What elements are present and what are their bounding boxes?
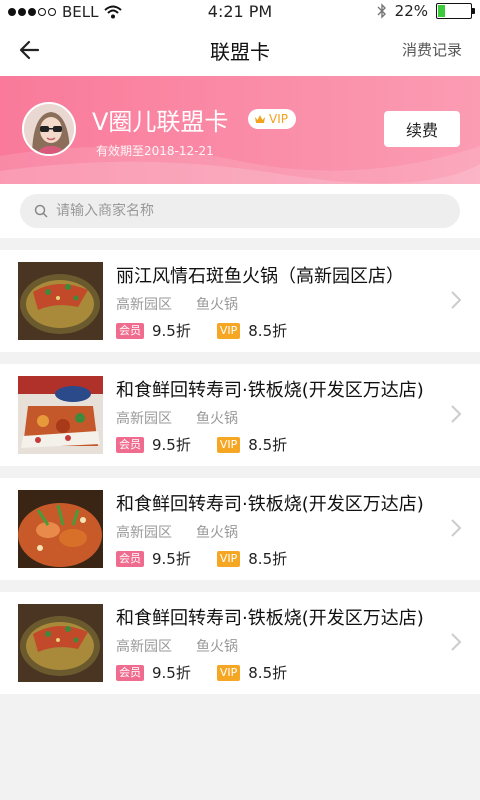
vip-tag: VIP <box>216 550 241 567</box>
store-category: 鱼火锅 <box>196 525 238 541</box>
vip-tag: VIP <box>216 664 241 681</box>
vip-discount: 8.5折 <box>248 550 288 568</box>
card-expiry: 有效期至2018-12-21 <box>96 144 214 158</box>
battery-percent: 22% <box>394 2 428 20</box>
search-input[interactable] <box>56 203 416 219</box>
member-tag: 会员 <box>116 550 144 567</box>
vip-discount: 8.5折 <box>248 664 288 682</box>
search-bar[interactable] <box>20 194 460 228</box>
card-name: V圈儿联盟卡 <box>92 108 229 136</box>
chevron-right-icon <box>451 291 462 309</box>
member-tag: 会员 <box>116 664 144 681</box>
store-thumbnail <box>18 262 103 340</box>
search-section <box>0 184 480 238</box>
vip-badge-label: VIP <box>269 112 288 126</box>
renew-button[interactable]: 续费 <box>384 111 460 147</box>
membership-card-banner: V圈儿联盟卡 VIP 有效期至2018-12-21 续费 <box>0 76 480 184</box>
store-category: 鱼火锅 <box>196 411 238 427</box>
member-discount: 9.5折 <box>152 664 191 682</box>
search-icon <box>34 204 48 218</box>
store-area: 高新园区 <box>116 297 172 313</box>
vip-discount: 8.5折 <box>248 322 288 340</box>
store-name: 和食鲜回转寿司·铁板烧(开发区万达店) <box>116 380 424 401</box>
store-name: 和食鲜回转寿司·铁板烧(开发区万达店) <box>116 608 424 629</box>
member-discount: 9.5折 <box>152 436 191 454</box>
store-name: 和食鲜回转寿司·铁板烧(开发区万达店) <box>116 494 424 515</box>
discount-row: 会员 9.5折 VIP 8.5折 <box>116 320 287 341</box>
store-thumbnail <box>18 490 103 568</box>
list-item[interactable]: 和食鲜回转寿司·铁板烧(开发区万达店) 高新园区 鱼火锅 会员 9.5折 VIP… <box>0 592 480 694</box>
consumption-records-link[interactable]: 消费记录 <box>402 39 462 60</box>
list-item[interactable]: 和食鲜回转寿司·铁板烧(开发区万达店) 高新园区 鱼火锅 会员 9.5折 VIP… <box>0 478 480 580</box>
status-bar: BELL 4:21 PM 22% <box>0 0 480 24</box>
member-discount: 9.5折 <box>152 550 191 568</box>
status-right: 22% <box>377 2 475 20</box>
discount-row: 会员 9.5折 VIP 8.5折 <box>116 434 287 455</box>
chevron-right-icon <box>451 405 462 423</box>
crown-icon <box>255 115 265 123</box>
discount-row: 会员 9.5折 VIP 8.5折 <box>116 662 287 683</box>
member-tag: 会员 <box>116 322 144 339</box>
vip-discount: 8.5折 <box>248 436 288 454</box>
vip-badge: VIP <box>248 109 296 129</box>
vip-tag: VIP <box>216 436 241 453</box>
chevron-right-icon <box>451 519 462 537</box>
store-thumbnail <box>18 376 103 454</box>
store-area: 高新园区 <box>116 639 172 655</box>
store-category: 鱼火锅 <box>196 639 238 655</box>
discount-row: 会员 9.5折 VIP 8.5折 <box>116 548 287 569</box>
nav-bar: 联盟卡 消费记录 <box>0 24 480 76</box>
vip-tag: VIP <box>216 322 241 339</box>
store-thumbnail <box>18 604 103 682</box>
battery-icon <box>436 3 475 19</box>
list-item[interactable]: 和食鲜回转寿司·铁板烧(开发区万达店) 高新园区 鱼火锅 会员 9.5折 VIP… <box>0 364 480 466</box>
store-area: 高新园区 <box>116 525 172 541</box>
store-list: 丽江风情石斑鱼火锅（高新园区店） 高新园区 鱼火锅 会员 9.5折 VIP 8.… <box>0 250 480 706</box>
store-area: 高新园区 <box>116 411 172 427</box>
store-category: 鱼火锅 <box>196 297 238 313</box>
avatar <box>22 102 76 156</box>
member-discount: 9.5折 <box>152 322 191 340</box>
chevron-right-icon <box>451 633 462 651</box>
store-name: 丽江风情石斑鱼火锅（高新园区店） <box>116 266 404 287</box>
bluetooth-icon <box>377 3 386 19</box>
list-item[interactable]: 丽江风情石斑鱼火锅（高新园区店） 高新园区 鱼火锅 会员 9.5折 VIP 8.… <box>0 250 480 352</box>
member-tag: 会员 <box>116 436 144 453</box>
